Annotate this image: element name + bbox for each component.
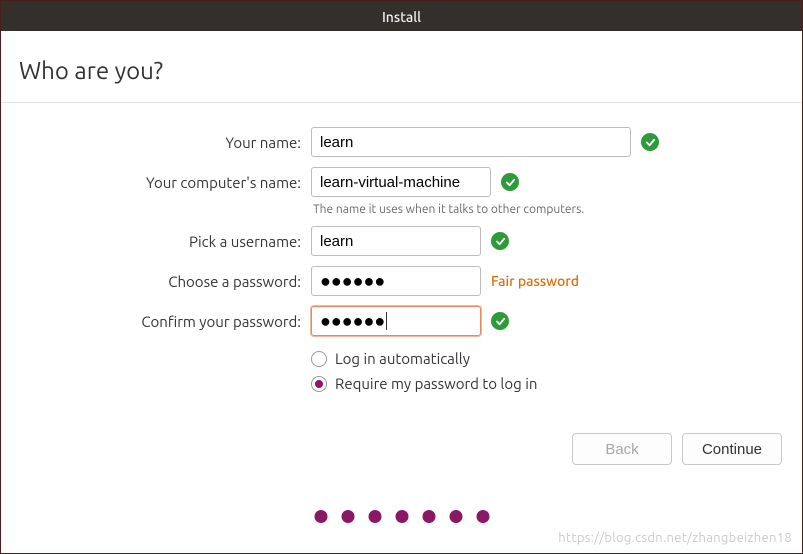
dot-icon [341,510,354,523]
login-options: Log in automatically Require my password… [311,346,802,392]
password-strength: Fair password [491,273,579,289]
username-input[interactable] [311,226,481,256]
computer-name-input[interactable] [311,167,491,197]
computer-name-hint: The name it uses when it talks to other … [311,203,802,216]
check-icon [641,133,659,151]
label-computer: Your computer's name: [1,174,311,191]
label-confirm: Confirm your password: [1,313,311,330]
page-title: Who are you? [1,31,802,103]
window-title: Install [382,9,421,25]
check-icon [491,312,509,330]
radio-require-password[interactable]: Require my password to log in [311,375,802,392]
label-username: Pick a username: [1,233,311,250]
check-icon [501,173,519,191]
dot-icon [422,510,435,523]
watermark: https://blog.csdn.net/zhangbeizhen18 [558,531,792,545]
radio-icon [311,351,327,367]
radio-auto-login[interactable]: Log in automatically [311,350,802,367]
check-icon [491,232,509,250]
confirm-password-input[interactable]: ●●●●●● [311,306,481,336]
radio-label: Require my password to log in [335,375,537,392]
continue-button[interactable]: Continue [682,433,782,465]
radio-icon [311,376,327,392]
label-name: Your name: [1,134,311,151]
dot-icon [368,510,381,523]
radio-label: Log in automatically [335,350,470,367]
back-button[interactable]: Back [572,433,672,465]
label-password: Choose a password: [1,273,311,290]
name-input[interactable] [311,127,631,157]
dot-icon [476,510,489,523]
user-form: Your name: Your computer's name: The nam… [1,103,802,392]
titlebar: Install [1,1,802,31]
dot-icon [449,510,462,523]
text-cursor [386,312,387,330]
nav-buttons: Back Continue [572,433,782,465]
dot-icon [395,510,408,523]
dot-icon [314,510,327,523]
password-input[interactable]: ●●●●●● [311,266,481,296]
progress-dots [314,510,489,523]
